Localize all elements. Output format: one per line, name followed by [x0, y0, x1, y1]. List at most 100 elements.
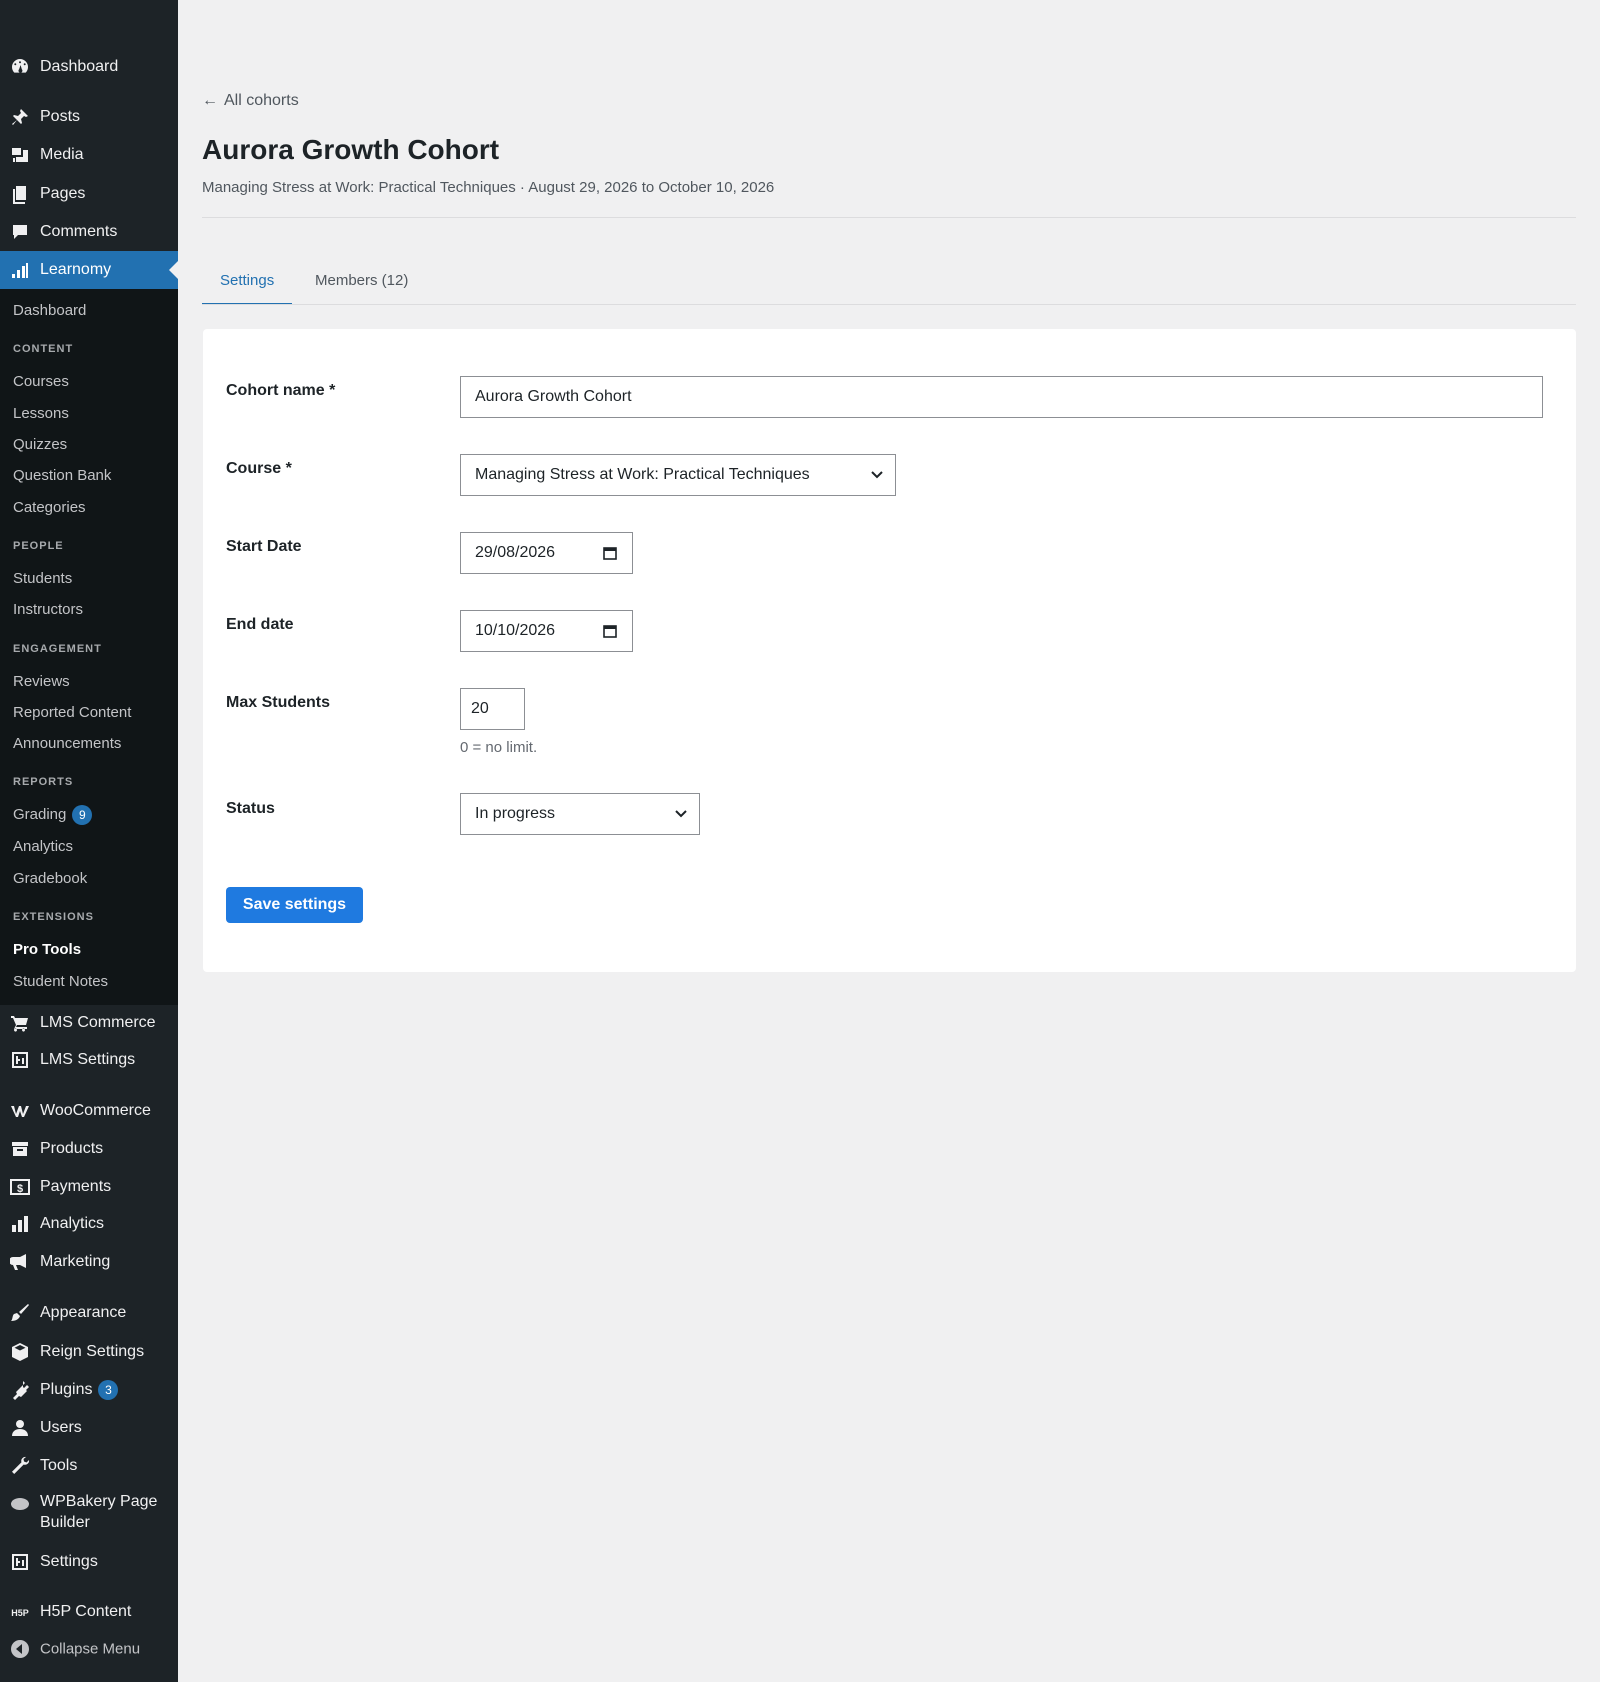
menu-item-users[interactable]: Users	[0, 1410, 178, 1446]
submenu-announcements[interactable]: Announcements	[13, 735, 121, 752]
menu-item-media[interactable]: Media	[0, 137, 178, 173]
menu-label: Comments	[40, 223, 118, 240]
menu-item-lms-settings[interactable]: LMS Settings	[0, 1042, 178, 1078]
submenu-instructors[interactable]: Instructors	[13, 601, 83, 618]
grading-count-badge: 9	[72, 805, 93, 825]
menu-item-pages[interactable]: Pages	[0, 176, 178, 212]
start-date-input[interactable]: 29/08/2026	[460, 532, 633, 574]
menu-item-dashboard[interactable]: Dashboard	[0, 49, 178, 85]
menu-label: H5P Content	[40, 1603, 132, 1620]
submenu-analytics[interactable]: Analytics	[13, 838, 73, 855]
course-select-value: Managing Stress at Work: Practical Techn…	[475, 466, 810, 483]
menu-item-comments[interactable]: Comments	[0, 214, 178, 250]
brush-icon	[10, 1303, 30, 1323]
back-link-all-cohorts[interactable]: ← All cohorts	[202, 92, 299, 110]
settings-card: Cohort name * Aurora Growth Cohort Cours…	[203, 329, 1576, 972]
plugins-label: Plugins	[40, 1381, 93, 1399]
menu-item-marketing[interactable]: Marketing	[0, 1244, 178, 1280]
menu-label: Media	[40, 146, 84, 163]
menu-item-payments[interactable]: $ Payments	[0, 1169, 178, 1205]
page-subtitle: Managing Stress at Work: Practical Techn…	[202, 179, 775, 196]
plugin-icon	[10, 1380, 30, 1400]
max-students-hint: 0 = no limit.	[460, 739, 538, 756]
chart-bars-icon	[10, 260, 30, 280]
menu-item-learnomy[interactable]: Learnomy	[0, 251, 178, 289]
megaphone-icon	[10, 1252, 30, 1272]
h5p-icon: H5P	[10, 1602, 30, 1622]
svg-text:H5P: H5P	[11, 1608, 29, 1618]
menu-label: WooCommerce	[40, 1102, 151, 1119]
menu-item-appearance[interactable]: Appearance	[0, 1295, 178, 1331]
dollar-icon: $	[10, 1177, 30, 1197]
submenu-reviews[interactable]: Reviews	[13, 673, 70, 690]
settings-grid-icon	[10, 1552, 30, 1572]
menu-item-plugins[interactable]: Plugins 3	[0, 1372, 178, 1408]
menu-item-tools[interactable]: Tools	[0, 1448, 178, 1484]
menu-label: Products	[40, 1140, 104, 1157]
submenu-pro-tools[interactable]: Pro Tools	[13, 941, 81, 958]
menu-item-products[interactable]: Products	[0, 1131, 178, 1167]
tab-members[interactable]: Members (12)	[297, 262, 426, 303]
submenu-gradebook[interactable]: Gradebook	[13, 870, 87, 887]
course-select[interactable]: Managing Stress at Work: Practical Techn…	[460, 454, 896, 496]
collapse-menu-button[interactable]: Collapse Menu	[0, 1631, 178, 1667]
menu-item-posts[interactable]: Posts	[0, 99, 178, 135]
menu-label: Tools	[40, 1457, 78, 1474]
end-date-input[interactable]: 10/10/2026	[460, 610, 633, 652]
chevron-down-icon	[675, 810, 687, 818]
submenu-quizzes[interactable]: Quizzes	[13, 436, 67, 453]
menu-item-woocommerce[interactable]: WooCommerce	[0, 1093, 178, 1129]
menu-item-settings[interactable]: Settings	[0, 1544, 178, 1580]
start-date-value: 29/08/2026	[475, 544, 556, 561]
menu-label: Pages	[40, 185, 86, 202]
tab-settings[interactable]: Settings	[202, 262, 293, 305]
status-select-value: In progress	[475, 805, 556, 822]
course-label: Course *	[226, 460, 292, 477]
submenu-lessons[interactable]: Lessons	[13, 405, 69, 422]
calendar-icon[interactable]	[603, 546, 617, 560]
user-icon	[10, 1418, 30, 1438]
submenu-heading-extensions: EXTENSIONS	[13, 911, 94, 923]
box-icon	[10, 1342, 30, 1362]
submenu-grading-label: Grading	[13, 805, 67, 823]
submenu-grading[interactable]: Grading 9	[13, 805, 93, 825]
submenu-students[interactable]: Students	[13, 570, 72, 587]
status-select[interactable]: In progress	[460, 793, 700, 835]
calendar-icon[interactable]	[603, 624, 617, 638]
menu-label: Collapse Menu	[40, 1640, 141, 1658]
menu-label: Settings	[40, 1553, 98, 1570]
chevron-down-icon	[871, 471, 883, 479]
submenu-student-notes[interactable]: Student Notes	[13, 973, 108, 990]
menu-label: Reign Settings	[40, 1343, 145, 1360]
svg-text:$: $	[17, 1183, 23, 1195]
start-date-label: Start Date	[226, 538, 302, 555]
cohort-name-input[interactable]: Aurora Growth Cohort	[460, 376, 1543, 418]
page-title: Aurora Growth Cohort	[202, 134, 500, 165]
menu-item-h5p[interactable]: H5P H5P Content	[0, 1594, 178, 1630]
back-link-label: All cohorts	[224, 92, 299, 109]
arrow-left-icon: ←	[202, 92, 218, 109]
submenu-heading-people: PEOPLE	[13, 540, 64, 552]
menu-item-analytics[interactable]: Analytics	[0, 1206, 178, 1242]
menu-label: Posts	[40, 108, 81, 125]
submenu-dashboard[interactable]: Dashboard	[13, 302, 86, 319]
menu-label: Users	[40, 1419, 82, 1436]
menu-item-lms-commerce[interactable]: LMS Commerce	[0, 1005, 178, 1041]
submenu-heading-content: CONTENT	[13, 343, 74, 355]
submenu-question-bank[interactable]: Question Bank	[13, 467, 111, 484]
menu-item-wpbakery[interactable]: WPBakery Page Builder	[0, 1489, 178, 1535]
submenu-courses[interactable]: Courses	[13, 373, 69, 390]
cohort-name-label: Cohort name *	[226, 382, 336, 399]
max-students-input[interactable]: 20	[460, 688, 525, 730]
submenu-categories[interactable]: Categories	[13, 499, 86, 516]
menu-item-reign-settings[interactable]: Reign Settings	[0, 1334, 178, 1370]
menu-label: Learnomy	[40, 261, 112, 278]
submenu-reported-content[interactable]: Reported Content	[13, 704, 131, 721]
archive-icon	[10, 1139, 30, 1159]
end-date-value: 10/10/2026	[475, 622, 556, 639]
menu-label: LMS Settings	[40, 1051, 136, 1068]
header-divider	[202, 217, 1576, 218]
menu-label: LMS Commerce	[40, 1014, 156, 1031]
save-settings-button[interactable]: Save settings	[226, 887, 363, 923]
status-label: Status	[226, 800, 275, 817]
